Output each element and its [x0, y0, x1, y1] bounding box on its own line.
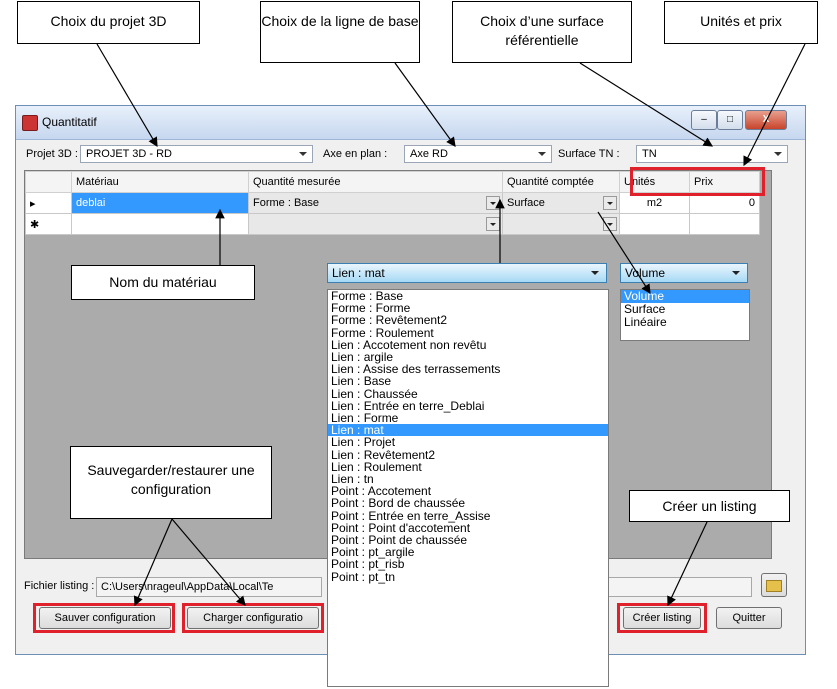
highlight-charger	[182, 603, 324, 633]
volume-option[interactable]: Linéaire	[621, 316, 749, 329]
cell-quantite-comptee[interactable]: Surface	[502, 192, 620, 214]
projet-label: Projet 3D :	[26, 148, 78, 160]
highlight-creer	[617, 603, 707, 633]
new-row-marker: ✱	[25, 213, 72, 235]
volume-select-value: Volume	[625, 266, 666, 280]
folder-button[interactable]	[761, 573, 787, 597]
table-row-new[interactable]: ✱	[25, 213, 760, 235]
row-header-corner	[25, 171, 72, 193]
cell-materiau[interactable]: deblai	[71, 192, 249, 214]
lien-option[interactable]: Lien : Chaussée	[328, 387, 608, 399]
dropdown-button[interactable]	[603, 217, 617, 231]
lien-option[interactable]: Point : pt_tn	[328, 570, 608, 582]
window-title: Quantitatif	[42, 115, 97, 129]
lien-option[interactable]: Lien : Base	[328, 375, 608, 387]
highlight-sauver	[33, 603, 175, 633]
cell-quantite-mesuree[interactable]	[248, 213, 503, 235]
minimize-button[interactable]: –	[691, 110, 717, 130]
maximize-button[interactable]: □	[717, 110, 743, 130]
dropdown-button[interactable]	[486, 217, 500, 231]
lien-option[interactable]: Lien : Projet	[328, 436, 608, 448]
surface-select[interactable]: TN	[636, 145, 788, 163]
axe-label: Axe en plan :	[323, 148, 388, 160]
fichier-listing-label: Fichier listing :	[24, 580, 95, 592]
title-bar[interactable]: Quantitatif – □ X	[16, 106, 805, 140]
volume-select[interactable]: Volume	[620, 263, 748, 283]
callout-surface: Choix d’une surface référentielle	[452, 1, 632, 63]
callout-sauvegarder: Sauvegarder/restaurer une configuration	[70, 446, 272, 519]
cell-quantite-mesuree[interactable]: Forme : Base	[248, 192, 503, 214]
surface-label: Surface TN :	[558, 148, 620, 160]
col-header-quantite-comptee[interactable]: Quantité comptée	[502, 171, 620, 193]
folder-icon	[766, 580, 782, 592]
callout-ligne-de-base: Choix de la ligne de base	[260, 1, 420, 63]
lien-option[interactable]: Point : Bord de chaussée	[328, 497, 608, 509]
surface-select-value: TN	[642, 148, 657, 160]
quitter-button[interactable]: Quitter	[716, 607, 782, 629]
callout-unites-prix: Unités et prix	[664, 1, 818, 44]
col-header-materiau[interactable]: Matériau	[71, 171, 249, 193]
cell-quantite-comptee[interactable]	[502, 213, 620, 235]
close-button[interactable]: X	[745, 110, 787, 130]
callout-nom-materiau: Nom du matériau	[71, 265, 255, 300]
chevron-down-icon	[774, 152, 782, 156]
cell-materiau[interactable]	[71, 213, 249, 235]
projet-select[interactable]: PROJET 3D - RD	[80, 145, 313, 163]
col-header-quantite-mesuree[interactable]: Quantité mesurée	[248, 171, 503, 193]
highlight-unites-prix	[630, 167, 765, 196]
lien-option[interactable]: Forme : Revêtement2	[328, 314, 608, 326]
lien-option[interactable]: Lien : Revêtement2	[328, 448, 608, 460]
cell-quantite-mesuree-value: Forme : Base	[253, 197, 320, 209]
projet-select-value: PROJET 3D - RD	[86, 148, 172, 160]
app-icon	[22, 115, 38, 131]
volume-dropdown-list[interactable]: Volume Surface Linéaire	[620, 289, 750, 341]
axe-select-value: Axe RD	[410, 148, 448, 160]
chevron-down-icon	[538, 152, 546, 156]
lien-option[interactable]: Forme : Roulement	[328, 326, 608, 338]
cell-quantite-comptee-value: Surface	[507, 197, 545, 209]
chevron-down-icon	[732, 271, 740, 275]
fichier-listing-field-tail[interactable]	[608, 577, 752, 597]
cell-prix[interactable]	[689, 213, 760, 235]
cell-unites[interactable]	[619, 213, 690, 235]
lien-select[interactable]: Lien : mat	[327, 263, 607, 283]
row-selector[interactable]: ▸	[25, 192, 72, 214]
callout-creer-listing: Créer un listing	[629, 490, 790, 522]
lien-select-value: Lien : mat	[332, 266, 385, 280]
lien-option[interactable]: Point : pt_risb	[328, 558, 608, 570]
dropdown-button[interactable]	[603, 196, 617, 210]
dropdown-button[interactable]	[486, 196, 500, 210]
lien-dropdown-list[interactable]: Forme : Base Forme : Forme Forme : Revêtem…	[327, 289, 609, 687]
fichier-listing-field[interactable]: C:\Users\nrageul\AppData\Local\Te	[96, 577, 322, 597]
chevron-down-icon	[299, 152, 307, 156]
chevron-down-icon	[591, 271, 599, 275]
axe-select[interactable]: Axe RD	[404, 145, 552, 163]
callout-projet: Choix du projet 3D	[17, 1, 200, 44]
